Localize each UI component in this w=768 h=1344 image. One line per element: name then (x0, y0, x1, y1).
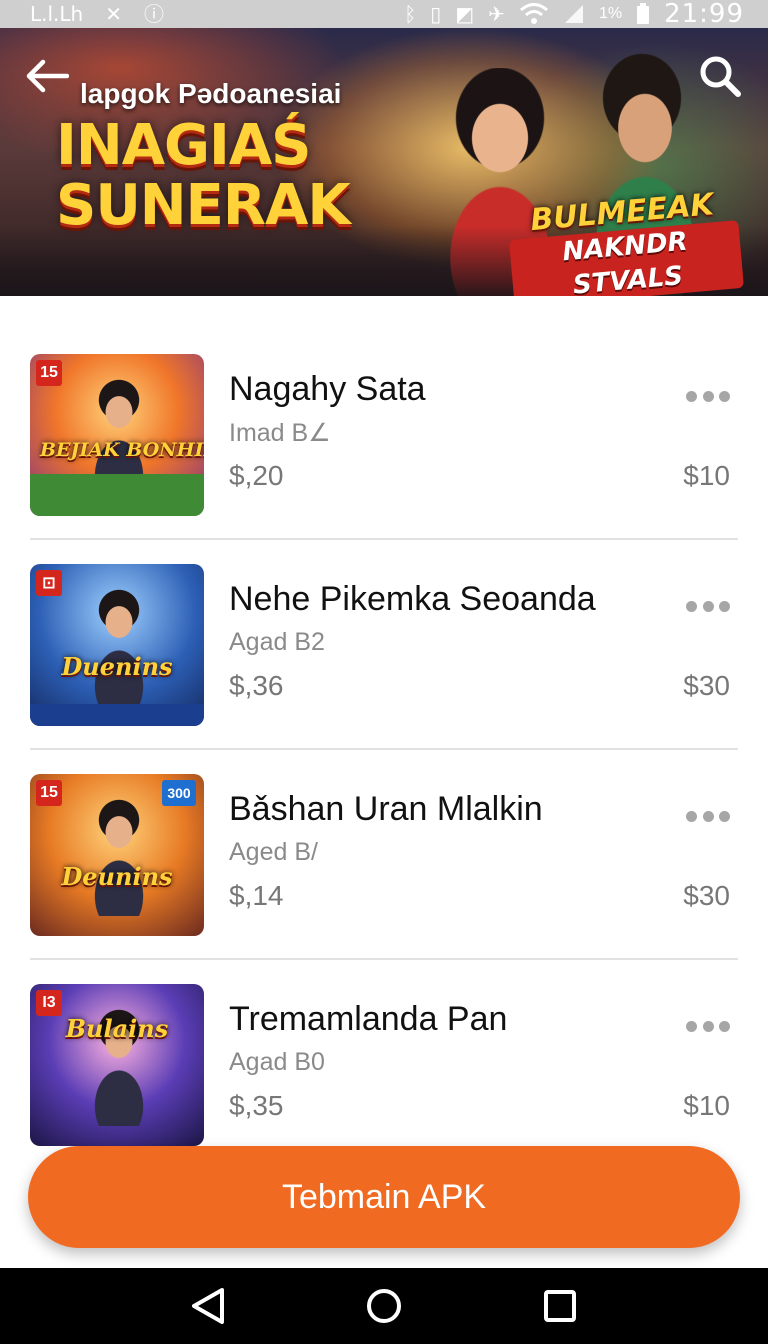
dot-icon (719, 600, 730, 612)
game-subtitle: Imad B∠ (229, 419, 331, 447)
list-item[interactable]: I3 Bulains Tremamlanda Pan Agad B0 $,35 … (30, 960, 738, 1170)
thumbnail-character (84, 586, 154, 706)
dot-icon (719, 1020, 730, 1032)
dot-icon (719, 390, 730, 402)
game-thumbnail: I3 Bulains (30, 984, 204, 1146)
more-options-button[interactable] (686, 594, 730, 618)
info-icon: ⓘ (144, 2, 164, 26)
dot-icon (686, 390, 697, 402)
list-item[interactable]: 15 300 Deunins Bǎshan Uran Mlalkin Aged … (30, 750, 738, 960)
game-price-right: $10 (683, 1090, 730, 1121)
battery-icon (637, 3, 650, 24)
more-options-button[interactable] (686, 1014, 730, 1038)
game-title: Tremamlanda Pan (229, 1000, 508, 1038)
game-price-right: $30 (683, 880, 730, 911)
search-button[interactable] (694, 50, 746, 102)
game-title: Bǎshan Uran Mlalkin (229, 790, 543, 828)
more-options-button[interactable] (686, 804, 730, 828)
bluetooth-icon: ᛒ (404, 2, 417, 26)
arrow-left-icon (26, 59, 69, 93)
game-list: 15 BEJIAK BONHIRES Nagahy Sata Imad B∠ $… (0, 330, 768, 1170)
thumbnail-character (84, 376, 154, 496)
game-subtitle: Aged B/ (229, 838, 318, 866)
game-thumbnail: 15 BEJIAK BONHIRES (30, 354, 204, 516)
vibrate-icon: ▯ (430, 2, 442, 26)
download-apk-button[interactable]: Tebmain APK (28, 1146, 740, 1248)
dot-icon (686, 810, 697, 822)
clock: 21:99 (664, 0, 744, 29)
recents-square-icon (544, 1290, 576, 1322)
battery-percent: 1% (598, 5, 623, 22)
dot-icon (686, 600, 697, 612)
game-subtitle: Agad B0 (229, 1048, 325, 1076)
dot-icon (702, 390, 714, 402)
game-price-right: $10 (683, 460, 730, 491)
dot-icon (686, 1020, 697, 1032)
age-rating-badge: 15 (36, 360, 62, 386)
dot-icon (719, 810, 730, 822)
game-price-right: $30 (683, 670, 730, 701)
thumbnail-title: Deunins (61, 862, 173, 891)
close-icon: ✕ (105, 2, 122, 26)
game-price: $,36 (229, 670, 284, 701)
game-title: Nagahy Sata (229, 370, 426, 408)
game-price: $,20 (229, 460, 284, 491)
hero-banner: lapgok Pədoanesiai INAGIAŚ SUNERAK BULME… (0, 28, 768, 296)
more-options-button[interactable] (686, 384, 730, 408)
nav-home-button[interactable] (354, 1276, 414, 1336)
banner-title-line2: SUNERAK (56, 173, 351, 238)
list-item[interactable]: ⊡ Duenins Nehe Pikemka Seoanda Agad B2 $… (30, 540, 738, 750)
signal-icon (564, 5, 583, 23)
age-rating-badge: ⊡ (36, 570, 62, 596)
status-bar: L.l.Lh ✕ ⓘ ᛒ ▯ ◩ ✈ 1% 21:99 (0, 0, 768, 29)
game-thumbnail: 15 300 Deunins (30, 774, 204, 936)
thumbnail-title: BEJIAK BONHIRES (40, 439, 204, 461)
system-nav-bar (0, 1268, 768, 1344)
banner-subtitle: lapgok Pədoanesiai (80, 78, 342, 109)
game-subtitle: Agad B2 (229, 628, 325, 656)
nav-recents-button[interactable] (530, 1276, 590, 1336)
age-rating-badge: 15 (36, 780, 62, 806)
wifi-icon (519, 3, 548, 24)
banner-title-line1: INAGIAŚ (56, 113, 312, 178)
corner-badge: 300 (162, 780, 196, 806)
status-right: ᛒ ▯ ◩ ✈ 1% 21:99 (404, 0, 744, 29)
home-circle-icon (367, 1289, 401, 1323)
thumbnail-title: Duenins (61, 652, 173, 681)
thumbnail-title: Bulains (65, 1014, 169, 1043)
search-icon (700, 56, 741, 97)
dot-icon (702, 600, 714, 612)
thumbnail-character (84, 796, 154, 916)
image-icon: ◩ (455, 2, 475, 26)
airplane-icon: ✈ (488, 2, 505, 26)
dot-icon (702, 1020, 714, 1032)
game-price: $,35 (229, 1090, 284, 1121)
nav-back-button[interactable] (178, 1276, 238, 1336)
carrier-label: L.l.Lh (30, 2, 84, 26)
list-item[interactable]: 15 BEJIAK BONHIRES Nagahy Sata Imad B∠ $… (30, 330, 738, 540)
status-left: L.l.Lh ✕ ⓘ (30, 4, 164, 24)
dot-icon (702, 810, 714, 822)
back-button[interactable] (22, 54, 72, 98)
back-triangle-icon (192, 1288, 224, 1324)
banner-title: INAGIAŚ SUNERAK (56, 116, 356, 236)
age-rating-badge: I3 (36, 990, 62, 1016)
game-price: $,14 (229, 880, 284, 911)
banner-badge: BULMEEAK NAKNDR STVALS (506, 186, 745, 296)
game-title: Nehe Pikemka Seoanda (229, 580, 596, 618)
game-thumbnail: ⊡ Duenins (30, 564, 204, 726)
